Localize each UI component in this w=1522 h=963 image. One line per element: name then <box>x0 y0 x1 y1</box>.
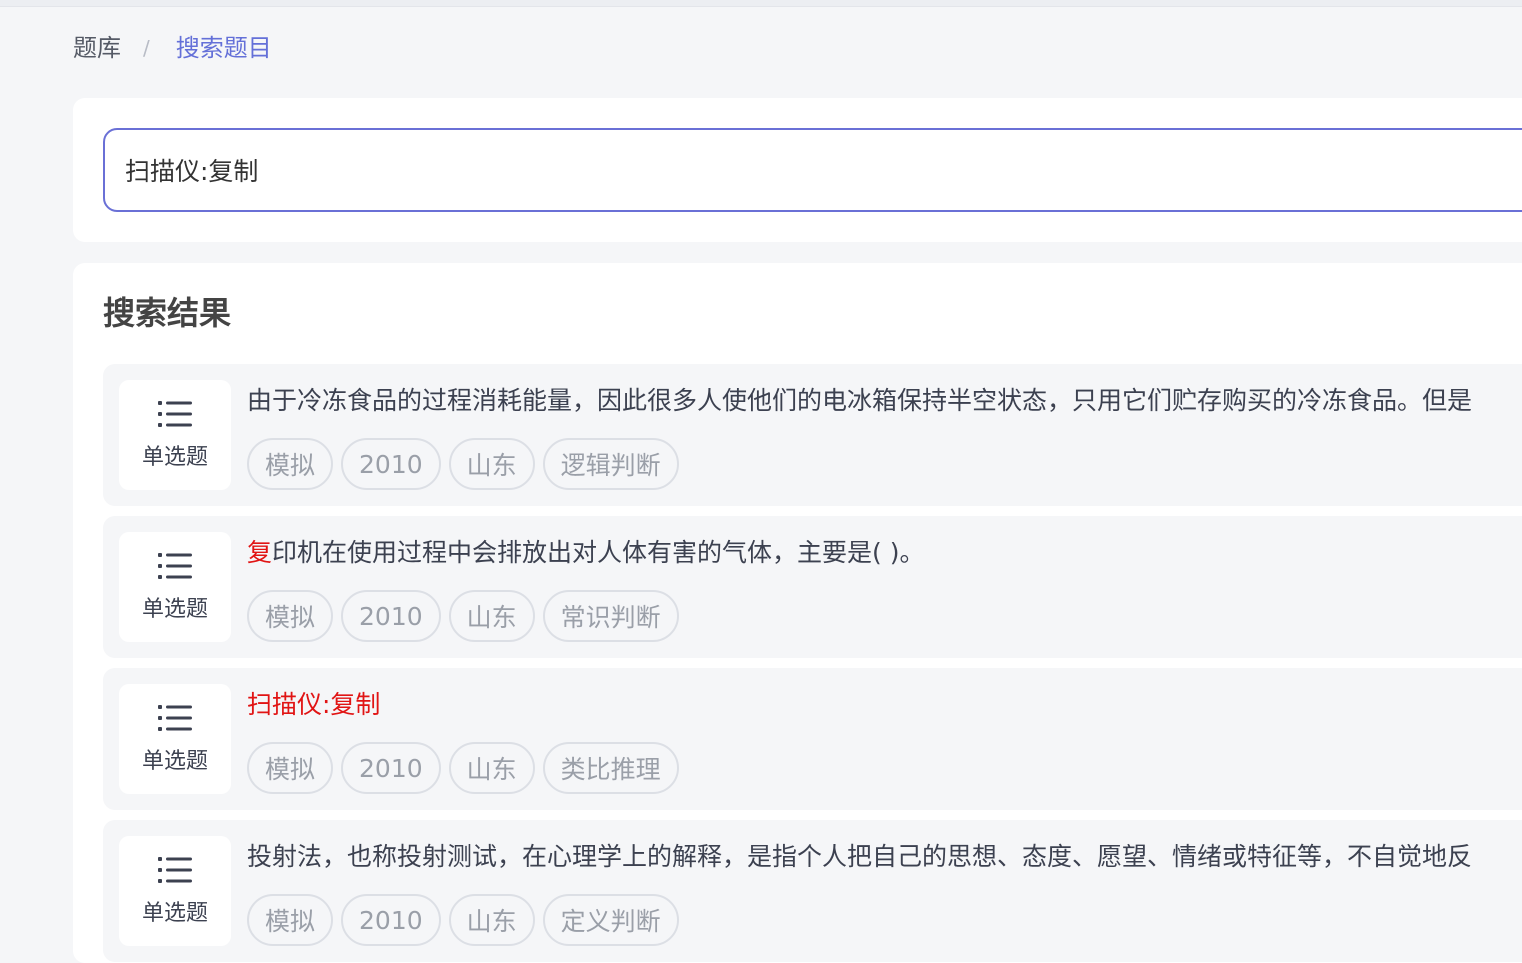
tag-year[interactable]: 2010 <box>341 894 441 946</box>
question-type-label: 单选题 <box>141 749 208 774</box>
tag-source[interactable]: 模拟 <box>247 438 334 490</box>
list-icon <box>158 705 192 731</box>
tag-region[interactable]: 山东 <box>448 742 535 794</box>
question-tags: 模拟 2010 山东 常识判断 <box>247 590 679 642</box>
list-icon <box>158 857 192 883</box>
breadcrumb-current: 搜索题目 <box>175 34 272 62</box>
question-text: 扫描仪:复制 <box>247 686 1522 724</box>
question-text-body: 由于冷冻食品的过程消耗能量，因此很多人使他们的电冰箱保持半空状态，只用它们贮存购… <box>247 386 1473 415</box>
question-text: 投射法，也称投射测试，在心理学上的解释，是指个人把自己的思想、态度、愿望、情绪或… <box>247 838 1522 876</box>
tag-region[interactable]: 山东 <box>448 590 535 642</box>
question-text-highlight: 复 <box>247 538 273 567</box>
question-item[interactable]: 单选题 由于冷冻食品的过程消耗能量，因此很多人使他们的电冰箱保持半空状态，只用它… <box>103 364 1522 506</box>
question-tags: 模拟 2010 山东 逻辑判断 <box>247 438 679 490</box>
tag-category[interactable]: 逻辑判断 <box>542 438 679 490</box>
tag-year[interactable]: 2010 <box>341 438 441 490</box>
tag-source[interactable]: 模拟 <box>247 590 334 642</box>
top-border <box>0 0 1522 7</box>
tag-category[interactable]: 定义判断 <box>542 894 679 946</box>
results-title: 搜索结果 <box>103 294 232 332</box>
question-text: 复印机在使用过程中会排放出对人体有害的气体，主要是( )。 <box>247 534 1522 572</box>
breadcrumb: 题库 / 搜索题目 <box>73 30 272 66</box>
tag-region[interactable]: 山东 <box>448 894 535 946</box>
question-type-label: 单选题 <box>141 901 208 926</box>
question-type-label: 单选题 <box>141 445 208 470</box>
tag-region[interactable]: 山东 <box>448 438 535 490</box>
question-text: 由于冷冻食品的过程消耗能量，因此很多人使他们的电冰箱保持半空状态，只用它们贮存购… <box>247 382 1522 420</box>
breadcrumb-question-bank-link[interactable]: 题库 <box>73 30 121 66</box>
results-card: 搜索结果 单选题 由于冷冻食品的过程消耗能量，因此很多人使他们的电冰箱保持半空状… <box>73 263 1522 963</box>
question-tags: 模拟 2010 山东 类比推理 <box>247 742 679 794</box>
search-input[interactable] <box>103 128 1522 212</box>
question-text-body: 投射法，也称投射测试，在心理学上的解释，是指个人把自己的思想、态度、愿望、情绪或… <box>247 842 1473 871</box>
question-item[interactable]: 单选题 扫描仪:复制 模拟 2010 山东 类比推理 <box>103 668 1522 810</box>
tag-source[interactable]: 模拟 <box>247 894 334 946</box>
question-item[interactable]: 单选题 投射法，也称投射测试，在心理学上的解释，是指个人把自己的思想、态度、愿望… <box>103 820 1522 962</box>
search-card <box>73 98 1522 242</box>
question-type-badge: 单选题 <box>119 684 231 794</box>
tag-category[interactable]: 常识判断 <box>542 590 679 642</box>
tag-category[interactable]: 类比推理 <box>542 742 679 794</box>
list-icon <box>158 401 192 427</box>
tag-source[interactable]: 模拟 <box>247 742 334 794</box>
question-type-badge: 单选题 <box>119 532 231 642</box>
question-text-highlight: 扫描仪:复制 <box>247 690 381 719</box>
question-item[interactable]: 单选题 复印机在使用过程中会排放出对人体有害的气体，主要是( )。 模拟 201… <box>103 516 1522 658</box>
question-tags: 模拟 2010 山东 定义判断 <box>247 894 679 946</box>
tag-year[interactable]: 2010 <box>341 742 441 794</box>
list-icon <box>158 553 192 579</box>
question-type-label: 单选题 <box>141 597 208 622</box>
tag-year[interactable]: 2010 <box>341 590 441 642</box>
question-text-body: 印机在使用过程中会排放出对人体有害的气体，主要是( )。 <box>272 538 925 567</box>
breadcrumb-separator: / <box>143 36 150 60</box>
question-type-badge: 单选题 <box>119 836 231 946</box>
question-type-badge: 单选题 <box>119 380 231 490</box>
